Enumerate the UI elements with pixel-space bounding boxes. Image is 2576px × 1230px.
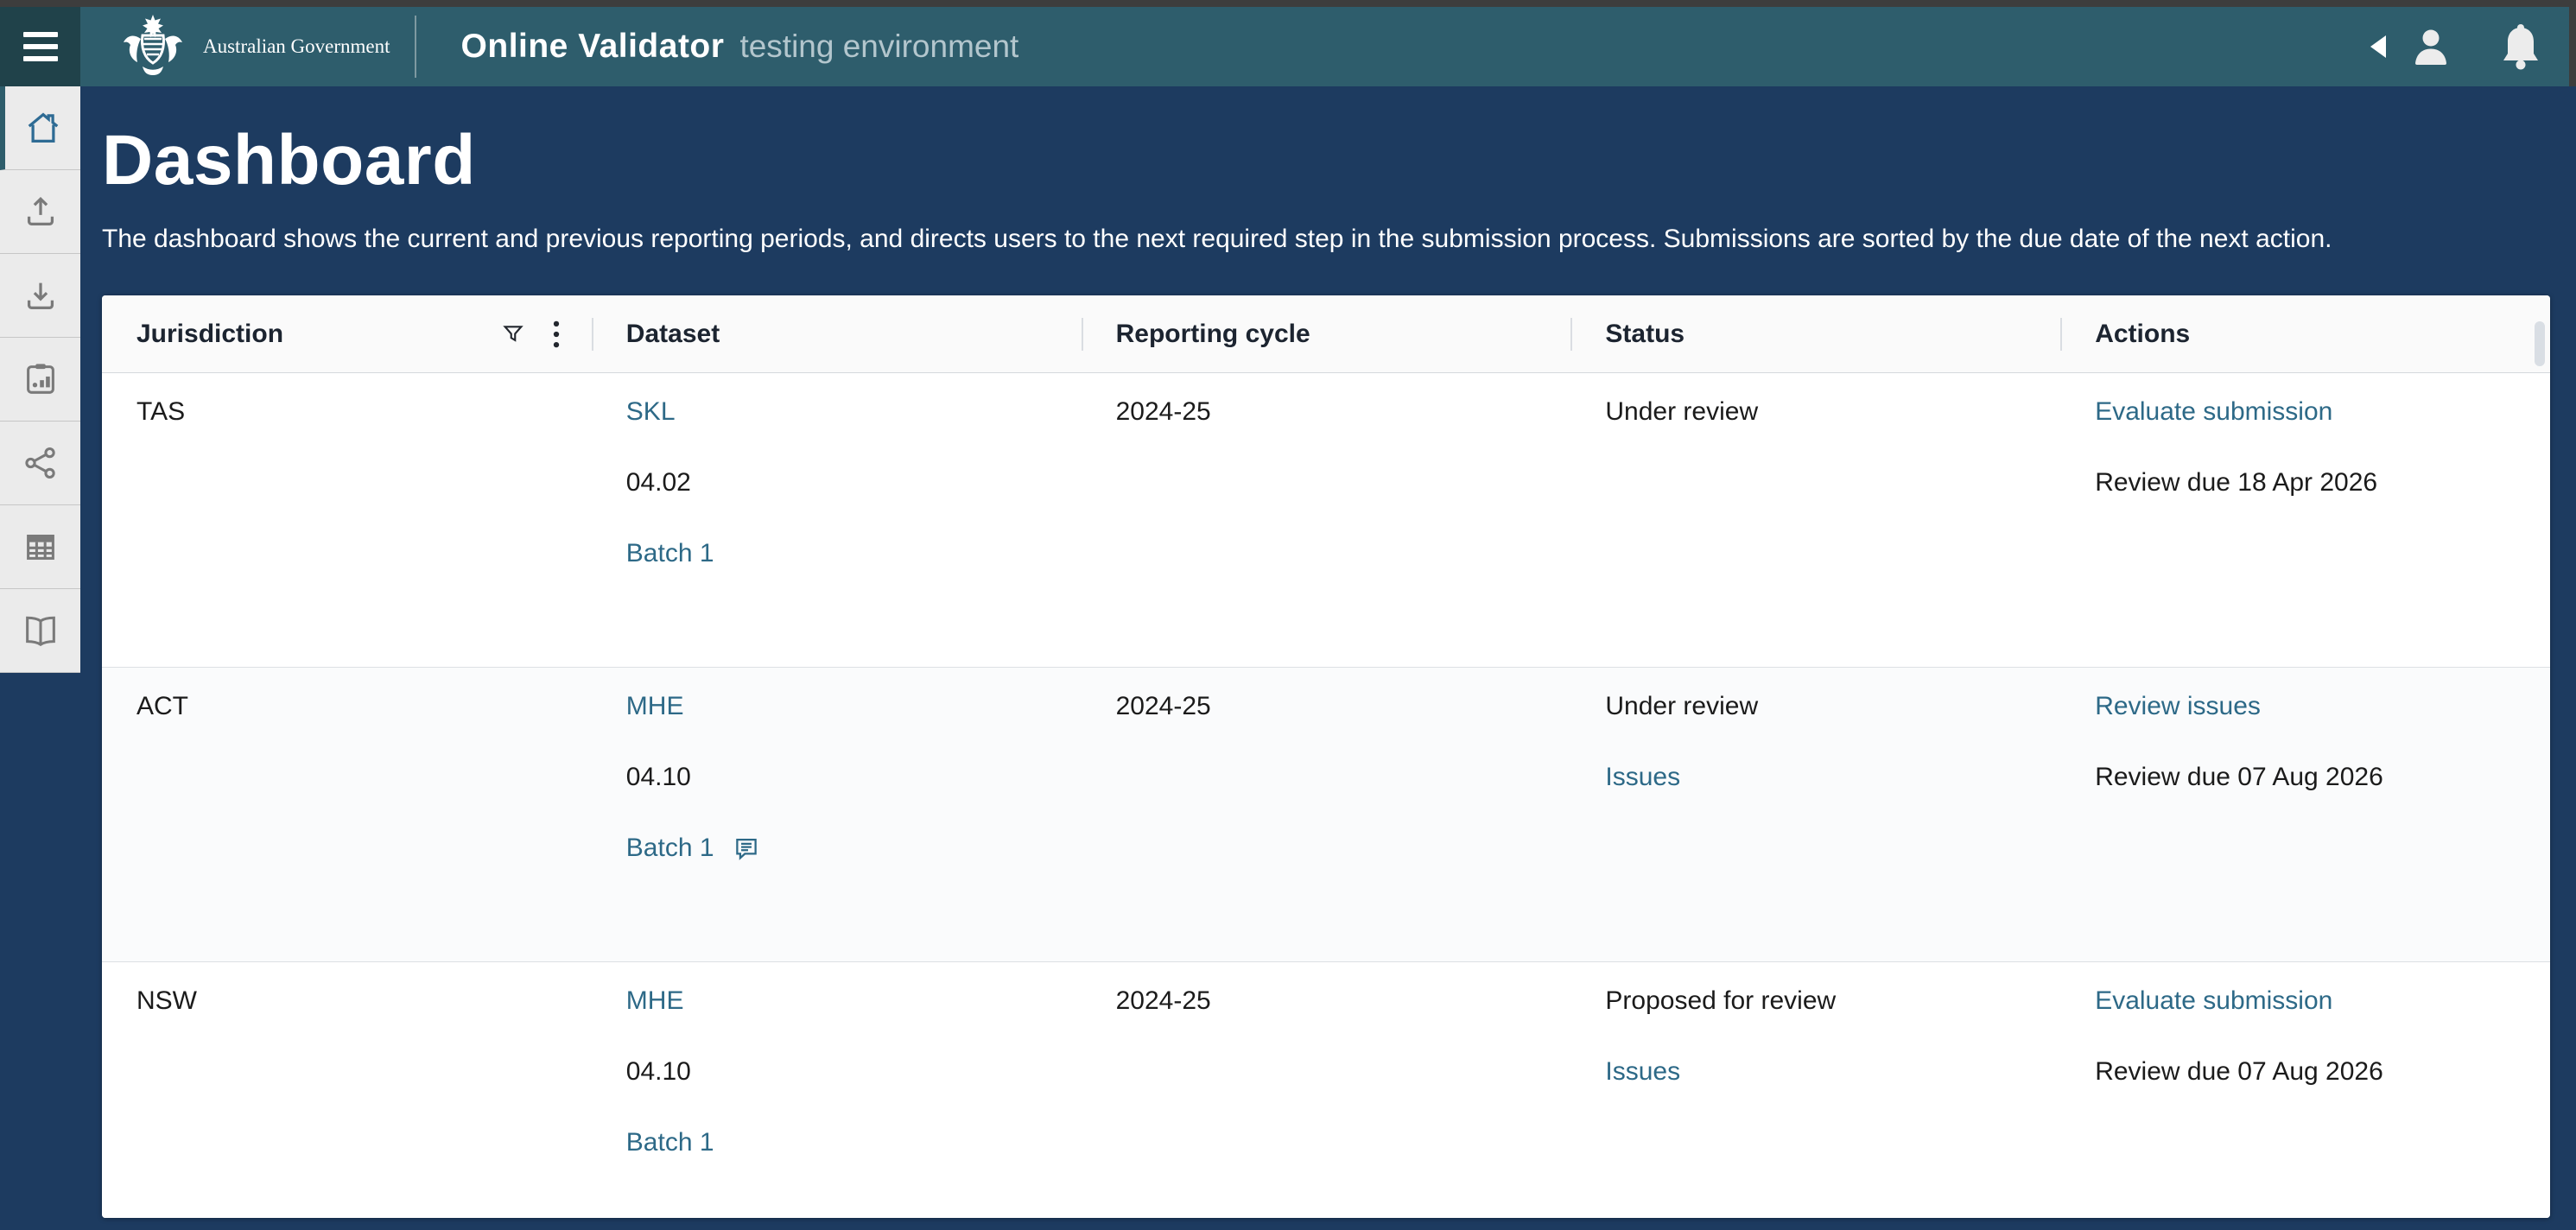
page-title: Dashboard [102,119,2550,202]
brand-divider [415,16,416,78]
status-value: Under review [1605,692,1758,721]
sidebar-item-home[interactable] [0,86,80,170]
header-right-icons [2367,22,2543,71]
jurisdiction-header-icons [500,320,561,349]
dataset-version: 04.10 [626,763,691,792]
status-cell: Proposed for review Issues [1570,962,2060,1218]
sidebar-item-share[interactable] [0,422,80,505]
app-title: Online Validator [461,28,725,66]
government-brand: Australian Government [117,13,416,80]
page-subtitle: The dashboard shows the current and prev… [102,223,2550,256]
status-cell: Under review Issues [1570,668,2060,961]
jurisdiction-cell: TAS [102,373,592,667]
reporting-cycle-value: 2024-25 [1116,397,1211,427]
action-due-date: Review due 07 Aug 2026 [2095,763,2383,792]
table-row-act-mhe: ACT MHE 04.10 Batch 1 2024-25 Under revi… [102,668,2550,962]
jurisdiction-value: NSW [136,986,197,1016]
window-right-strip [2569,0,2576,86]
sidebar-item-download[interactable] [0,254,80,338]
dataset-link[interactable]: MHE [626,986,684,1016]
sidebar-item-data-tables[interactable] [0,505,80,589]
column-divider [1082,318,1083,351]
column-header-dataset: Dataset [592,295,1082,372]
environment-label: testing environment [739,29,1018,65]
table-row-nsw-mhe: NSW MHE 04.10 Batch 1 2024-25 Proposed f… [102,962,2550,1218]
comment-bubble-icon[interactable] [732,834,761,863]
bell-icon[interactable] [2498,22,2543,71]
batch-link[interactable]: Batch 1 [626,834,714,863]
column-header-label: Actions [2095,320,2190,349]
column-header-actions: Actions [2060,295,2550,372]
status-value: Under review [1605,397,1758,427]
batch-link[interactable]: Batch 1 [626,539,714,568]
dataset-version: 04.10 [626,1057,691,1087]
action-link[interactable]: Evaluate submission [2095,986,2332,1016]
action-due-date: Review due 07 Aug 2026 [2095,1057,2383,1087]
australian-coat-of-arms-icon [117,13,189,80]
dataset-link[interactable]: MHE [626,692,684,721]
column-header-label: Dataset [626,320,720,349]
column-header-status: Status [1570,295,2060,372]
actions-cell: Review issues Review due 07 Aug 2026 [2060,668,2550,961]
report-clipboard-icon [21,359,60,399]
column-header-reporting-cycle: Reporting cycle [1082,295,1571,372]
issues-link[interactable]: Issues [1605,763,1680,792]
status-cell: Under review [1570,373,2060,667]
download-icon [21,276,60,315]
sidebar-item-reports[interactable] [0,338,80,422]
jurisdiction-value: TAS [136,397,185,427]
window-top-strip [0,0,2576,7]
reporting-cycle-cell: 2024-25 [1082,962,1571,1218]
government-brand-label: Australian Government [203,35,390,58]
share-icon [21,443,60,483]
table-scrollbar-thumb[interactable] [2535,321,2545,366]
column-header-label: Reporting cycle [1116,320,1310,349]
hamburger-icon [23,32,58,61]
jurisdiction-value: ACT [136,692,188,721]
jurisdiction-cell: NSW [102,962,592,1218]
sidebar-item-upload[interactable] [0,170,80,254]
home-icon [23,108,63,148]
main-content: Dashboard The dashboard shows the curren… [80,86,2576,1230]
column-divider [2060,318,2062,351]
dataset-cell: MHE 04.10 Batch 1 [592,962,1082,1218]
kebab-menu-icon[interactable] [552,320,561,349]
reporting-cycle-value: 2024-25 [1116,692,1211,721]
dataset-link[interactable]: SKL [626,397,676,427]
actions-cell: Evaluate submission Review due 18 Apr 20… [2060,373,2550,667]
dataset-cell: SKL 04.02 Batch 1 [592,373,1082,667]
dataset-version: 04.02 [626,468,691,498]
data-table-icon [21,527,60,567]
reporting-cycle-cell: 2024-25 [1082,373,1571,667]
book-icon [21,611,60,650]
upload-icon [21,192,60,231]
column-header-label: Jurisdiction [136,320,283,349]
action-due-date: Review due 18 Apr 2026 [2095,468,2377,498]
issues-link[interactable]: Issues [1605,1057,1680,1087]
column-header-label: Status [1605,320,1685,349]
reporting-cycle-value: 2024-25 [1116,986,1211,1016]
collapse-left-icon[interactable] [2367,32,2389,61]
table-header-row: Jurisdiction Dataset Reporting cycle [102,295,2550,373]
sidebar-item-guide[interactable] [0,589,80,673]
column-divider [1570,318,1572,351]
batch-link[interactable]: Batch 1 [626,1128,714,1157]
dataset-cell: MHE 04.10 Batch 1 [592,668,1082,961]
table-row-tas-skl: TAS SKL 04.02 Batch 1 2024-25 Under revi… [102,373,2550,668]
column-header-jurisdiction: Jurisdiction [102,295,592,372]
reporting-cycle-cell: 2024-25 [1082,668,1571,961]
submissions-table-card: Jurisdiction Dataset Reporting cycle [102,295,2550,1218]
action-link[interactable]: Evaluate submission [2095,397,2332,427]
actions-cell: Evaluate submission Review due 07 Aug 20… [2060,962,2550,1218]
app-header: Australian Government Online Validator t… [0,7,2576,86]
sidebar-nav [0,86,80,673]
filter-icon[interactable] [500,321,526,347]
user-icon[interactable] [2408,25,2453,68]
action-link[interactable]: Review issues [2095,692,2261,721]
status-value: Proposed for review [1605,986,1836,1016]
column-divider [592,318,593,351]
hamburger-menu-button[interactable] [0,7,80,86]
jurisdiction-cell: ACT [102,668,592,961]
